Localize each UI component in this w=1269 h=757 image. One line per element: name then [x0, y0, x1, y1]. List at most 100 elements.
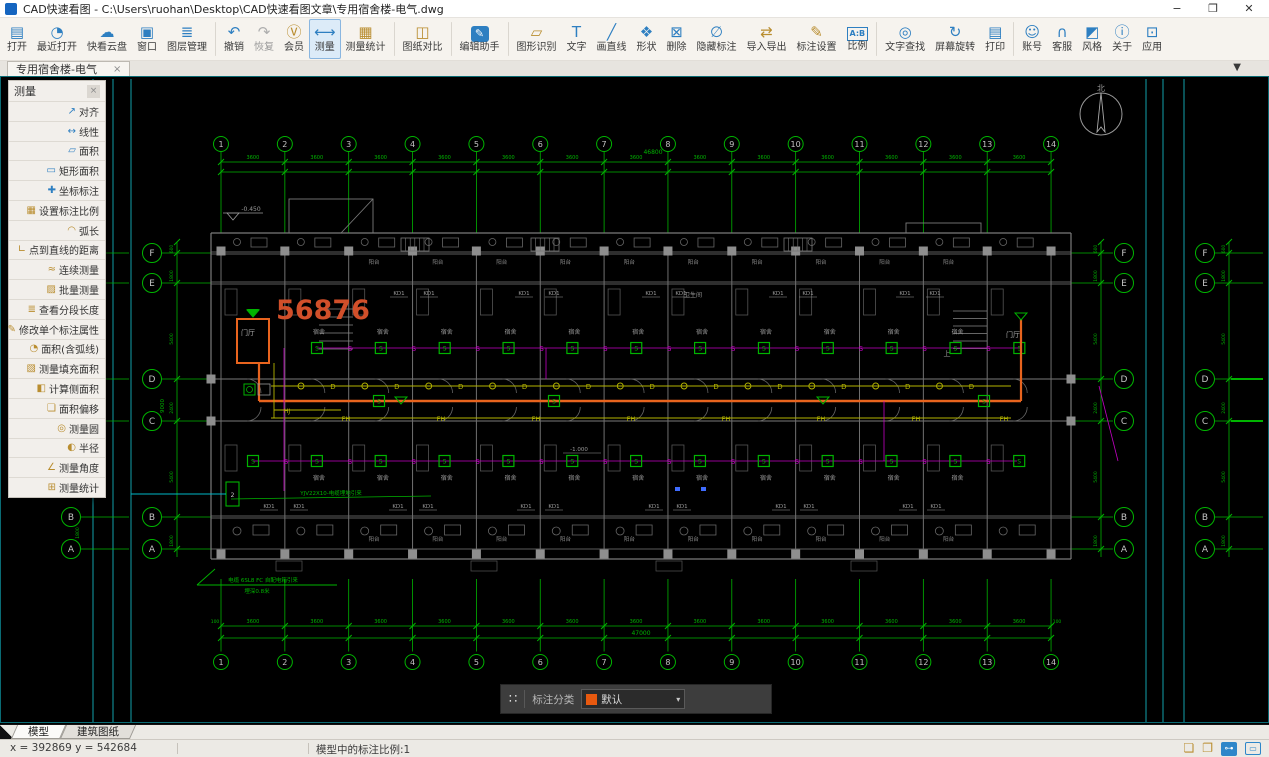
measure-tool-item[interactable]: ∟ 点到直线的距离 — [9, 240, 105, 260]
toolbar-button[interactable] — [1013, 22, 1014, 56]
svg-text:7: 7 — [602, 140, 607, 149]
document-tab[interactable]: 专用宿舍楼-电气 × — [7, 61, 130, 76]
toolbar-button[interactable]: ✎ 编辑助手 — [455, 19, 505, 59]
svg-text:E: E — [1121, 279, 1127, 289]
measure-tool-item[interactable]: ✚ 坐标标注 — [9, 180, 105, 200]
measure-tool-label: 面积 — [79, 143, 99, 158]
toolbar-button[interactable]: ❖ 形状 — [632, 19, 662, 59]
measure-tool-item[interactable]: ▦ 设置标注比例 — [9, 200, 105, 220]
svg-text:600: 600 — [1221, 245, 1227, 254]
share-export-icon[interactable]: ❐ — [1202, 741, 1213, 756]
svg-text:FH: FH — [1000, 415, 1009, 423]
tab-filter-icon[interactable]: ▼ — [1233, 62, 1241, 73]
panel-close-icon[interactable]: × — [87, 85, 100, 98]
toolbar-button-icon: ▤ — [10, 24, 24, 42]
toolbar-button[interactable]: ↷ 恢复 — [249, 19, 279, 59]
toolbar-button[interactable] — [508, 22, 509, 56]
annotation-class-select[interactable]: 默认 ▾ — [581, 689, 685, 709]
toolbar-button[interactable]: ↶ 撤销 — [219, 19, 249, 59]
toolbar-button[interactable]: ↻ 屏幕旋转 — [930, 19, 980, 59]
svg-text:3600: 3600 — [630, 619, 643, 625]
svg-text:D: D — [777, 383, 782, 391]
measure-tool-item[interactable]: ◧ 计算侧面积 — [9, 378, 105, 398]
svg-text:1800: 1800 — [1093, 270, 1099, 282]
grid-icon[interactable]: ∷ — [509, 692, 517, 707]
measure-tool-item[interactable]: ◔ 面积(含弧线) — [9, 339, 105, 359]
svg-text:S: S — [731, 458, 736, 466]
toolbar-button[interactable]: Ⓥ 会员 — [279, 19, 309, 59]
measure-tool-item[interactable]: ❏ 面积偏移 — [9, 398, 105, 418]
window-mode-icon[interactable]: ▭ — [1245, 742, 1261, 755]
svg-text:S: S — [475, 345, 480, 353]
toolbar-button[interactable]: ∅ 隐藏标注 — [692, 19, 742, 59]
measure-tool-item[interactable]: ▱ 面积 — [9, 141, 105, 161]
toolbar-button-label: 恢复 — [254, 42, 274, 54]
measure-tool-item[interactable]: ↗ 对齐 — [9, 101, 105, 121]
toolbar-button-label: 比例 — [847, 41, 867, 53]
toolbar-button[interactable]: ◩ 风格 — [1077, 19, 1107, 59]
toolbar-button[interactable]: ▱ 图形识别 — [512, 19, 562, 59]
cad-canvas[interactable]: 1360023600336004360053600636007360083600… — [0, 76, 1269, 723]
toolbar-button[interactable]: ▣ 窗口 — [132, 19, 162, 59]
toolbar-button[interactable]: ▦ 测量统计 — [341, 19, 391, 59]
toolbar-button[interactable] — [451, 22, 452, 56]
toolbar-button[interactable] — [215, 22, 216, 56]
measure-tool-item[interactable]: ∠ 测量角度 — [9, 457, 105, 477]
minimize-button[interactable]: − — [1159, 0, 1195, 18]
toolbar-button[interactable]: ☺ 账号 — [1017, 19, 1047, 59]
svg-text:B: B — [1202, 513, 1208, 523]
toolbar-button-label: 打印 — [985, 42, 1005, 54]
toggle-on-icon[interactable]: ⊶ — [1221, 742, 1237, 756]
toolbar-button[interactable]: ▤ 打印 — [980, 19, 1010, 59]
toolbar-button[interactable]: ✎ 标注设置 — [792, 19, 842, 59]
window-title: CAD快速看图 - C:\Users\ruohan\Desktop\CAD快速看… — [23, 1, 444, 17]
toolbar-button[interactable] — [876, 22, 877, 56]
sheet-tab-model[interactable]: 模型 — [14, 725, 63, 739]
measure-tool-item[interactable]: ▧ 测量填充面积 — [9, 358, 105, 378]
measure-tool-item[interactable]: ◠ 弧长 — [9, 220, 105, 240]
measure-tool-item[interactable]: ▨ 批量测量 — [9, 279, 105, 299]
sheet-tab-drawing[interactable]: 建筑图纸 — [63, 725, 133, 739]
toolbar-button[interactable]: ☁ 快看云盘 — [82, 19, 132, 59]
toolbar-button[interactable]: ◫ 图纸对比 — [398, 19, 448, 59]
close-button[interactable]: ✕ — [1231, 0, 1267, 18]
maximize-button[interactable]: ❐ — [1195, 0, 1231, 18]
svg-text:2400: 2400 — [169, 402, 175, 414]
measure-tool-icon: ◧ — [37, 383, 46, 394]
measure-tool-label: 矩形面积 — [59, 163, 99, 178]
toolbar-button[interactable] — [394, 22, 395, 56]
measure-tool-item[interactable]: ≈ 连续测量 — [9, 259, 105, 279]
toolbar-button[interactable]: ⓘ 关于 — [1107, 19, 1137, 59]
measure-tool-item[interactable]: ✎ 修改单个标注属性 — [9, 319, 105, 339]
svg-text:F: F — [1121, 249, 1126, 259]
toolbar-button[interactable]: ⊠ 删除 — [662, 19, 692, 59]
toolbar-button[interactable]: ◎ 文字查找 — [880, 19, 930, 59]
svg-text:A: A — [68, 545, 75, 555]
svg-text:S: S — [731, 345, 736, 353]
tab-close-icon[interactable]: × — [113, 64, 121, 75]
measure-tool-item[interactable]: ◐ 半径 — [9, 438, 105, 458]
svg-text:-1.000: -1.000 — [570, 447, 588, 453]
svg-text:阳台: 阳台 — [560, 535, 572, 543]
svg-text:KD1: KD1 — [929, 291, 940, 297]
toolbar-button[interactable]: ╱ 画直线 — [592, 19, 632, 59]
measure-tool-item[interactable]: ◎ 测量圆 — [9, 418, 105, 438]
toolbar-button[interactable]: ▤ 打开 — [2, 19, 32, 59]
measure-tool-item[interactable]: ⊞ 测量统计 — [9, 477, 105, 497]
toolbar-button[interactable]: ◔ 最近打开 — [32, 19, 82, 59]
svg-text:D: D — [330, 383, 335, 391]
measure-tool-item[interactable]: ▭ 矩形面积 — [9, 160, 105, 180]
measure-tool-item[interactable]: ↔ 线性 — [9, 121, 105, 141]
toolbar-button[interactable]: ≣ 图层管理 — [162, 19, 212, 59]
toolbar-button[interactable]: ⟷ 测量 — [309, 19, 341, 59]
toolbar-button[interactable]: ⊡ 应用 — [1137, 19, 1167, 59]
toolbar-button[interactable]: T 文字 — [562, 19, 592, 59]
toolbar-button-icon: ⇄ — [760, 24, 773, 42]
measure-tool-item[interactable]: ≣ 查看分段长度 — [9, 299, 105, 319]
toolbar-button[interactable]: A:B 比例 — [842, 19, 874, 59]
toolbar-button[interactable]: ⇄ 导入导出 — [742, 19, 792, 59]
toolbar-button[interactable]: ∩ 客服 — [1047, 19, 1077, 59]
pdf-export-icon[interactable]: ❏ — [1183, 741, 1194, 756]
measure-tool-list: ↗ 对齐 ↔ 线性 ▱ 面积 ▭ 矩形面积 ✚ 坐标标注 ▦ 设置标注比例 ◠ … — [9, 101, 105, 497]
svg-text:3600: 3600 — [566, 619, 579, 625]
